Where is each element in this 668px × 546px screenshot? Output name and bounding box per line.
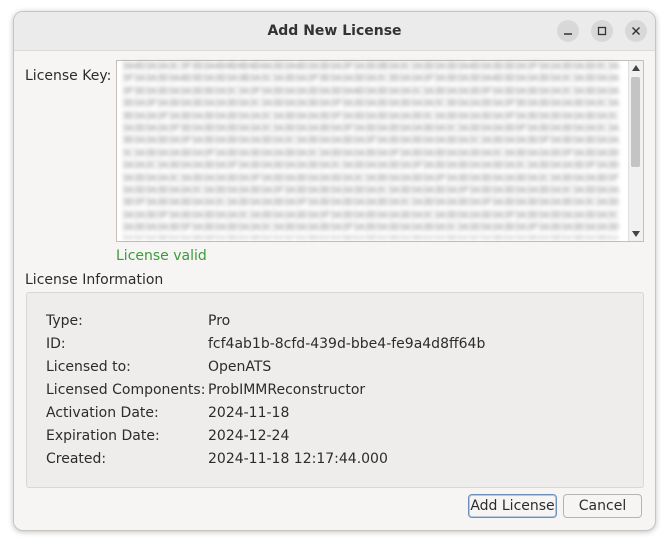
scroll-down-arrow-icon (632, 231, 640, 237)
license-key-label: License Key: (25, 68, 112, 84)
info-row-expiration-date: Expiration Date: 2024-12-24 (27, 428, 643, 448)
scroll-up-arrow-icon (632, 65, 640, 71)
info-key: Licensed Components: (46, 382, 206, 398)
info-row-created: Created: 2024-11-18 12:17:44.000 (27, 451, 643, 471)
info-key: Type: (46, 313, 83, 329)
license-status: License valid (116, 248, 207, 264)
scroll-up-button[interactable] (629, 61, 643, 75)
info-key: Expiration Date: (46, 428, 160, 444)
license-information-panel: Type: Pro ID: fcf4ab1b-8cfd-439d-bbe4-fe… (26, 292, 644, 488)
info-value: Pro (208, 313, 231, 329)
info-key: Activation Date: (46, 405, 159, 421)
cancel-button[interactable]: Cancel (563, 494, 642, 518)
close-icon (632, 27, 640, 35)
license-key-scrollbar[interactable] (628, 61, 643, 241)
info-row-type: Type: Pro (27, 313, 643, 333)
minimize-icon (564, 33, 572, 35)
license-key-textarea[interactable]: 3A4D3A3A3C3F3D3A4D4D4D4D4A3D3A4D3A3D3A3F… (116, 60, 644, 242)
info-value: ProbIMMReconstructor (208, 382, 366, 398)
maximize-icon (597, 26, 607, 36)
minimize-button[interactable] (557, 20, 579, 42)
license-information-heading: License Information (25, 272, 164, 288)
info-row-licensed-to: Licensed to: OpenATS (27, 359, 643, 379)
info-row-id: ID: fcf4ab1b-8cfd-439d-bbe4-fe9a4d8ff64b (27, 336, 643, 356)
info-value: 2024-11-18 (208, 405, 290, 421)
info-row-licensed-components: Licensed Components: ProbIMMReconstructo… (27, 382, 643, 402)
close-button[interactable] (625, 20, 647, 42)
license-key-text[interactable]: 3A4D3A3A3C3F3D3A4D4D4D4D4A3D3A4D3A3D3A3F… (122, 61, 622, 239)
info-value: 2024-11-18 12:17:44.000 (208, 451, 388, 467)
info-value: fcf4ab1b-8cfd-439d-bbe4-fe9a4d8ff64b (208, 336, 486, 352)
scroll-down-button[interactable] (629, 227, 643, 241)
info-key: Created: (46, 451, 107, 467)
scrollbar-thumb[interactable] (631, 77, 640, 167)
info-value: OpenATS (208, 359, 272, 375)
info-key: Licensed to: (46, 359, 131, 375)
info-value: 2024-12-24 (208, 428, 290, 444)
info-row-activation-date: Activation Date: 2024-11-18 (27, 405, 643, 425)
title-bar[interactable]: Add New License (14, 12, 655, 51)
maximize-button[interactable] (591, 20, 613, 42)
add-license-button[interactable]: Add License (468, 494, 557, 518)
add-license-dialog: Add New License License Key: 3A4D3A3A3C3… (13, 11, 656, 531)
info-key: ID: (46, 336, 66, 352)
